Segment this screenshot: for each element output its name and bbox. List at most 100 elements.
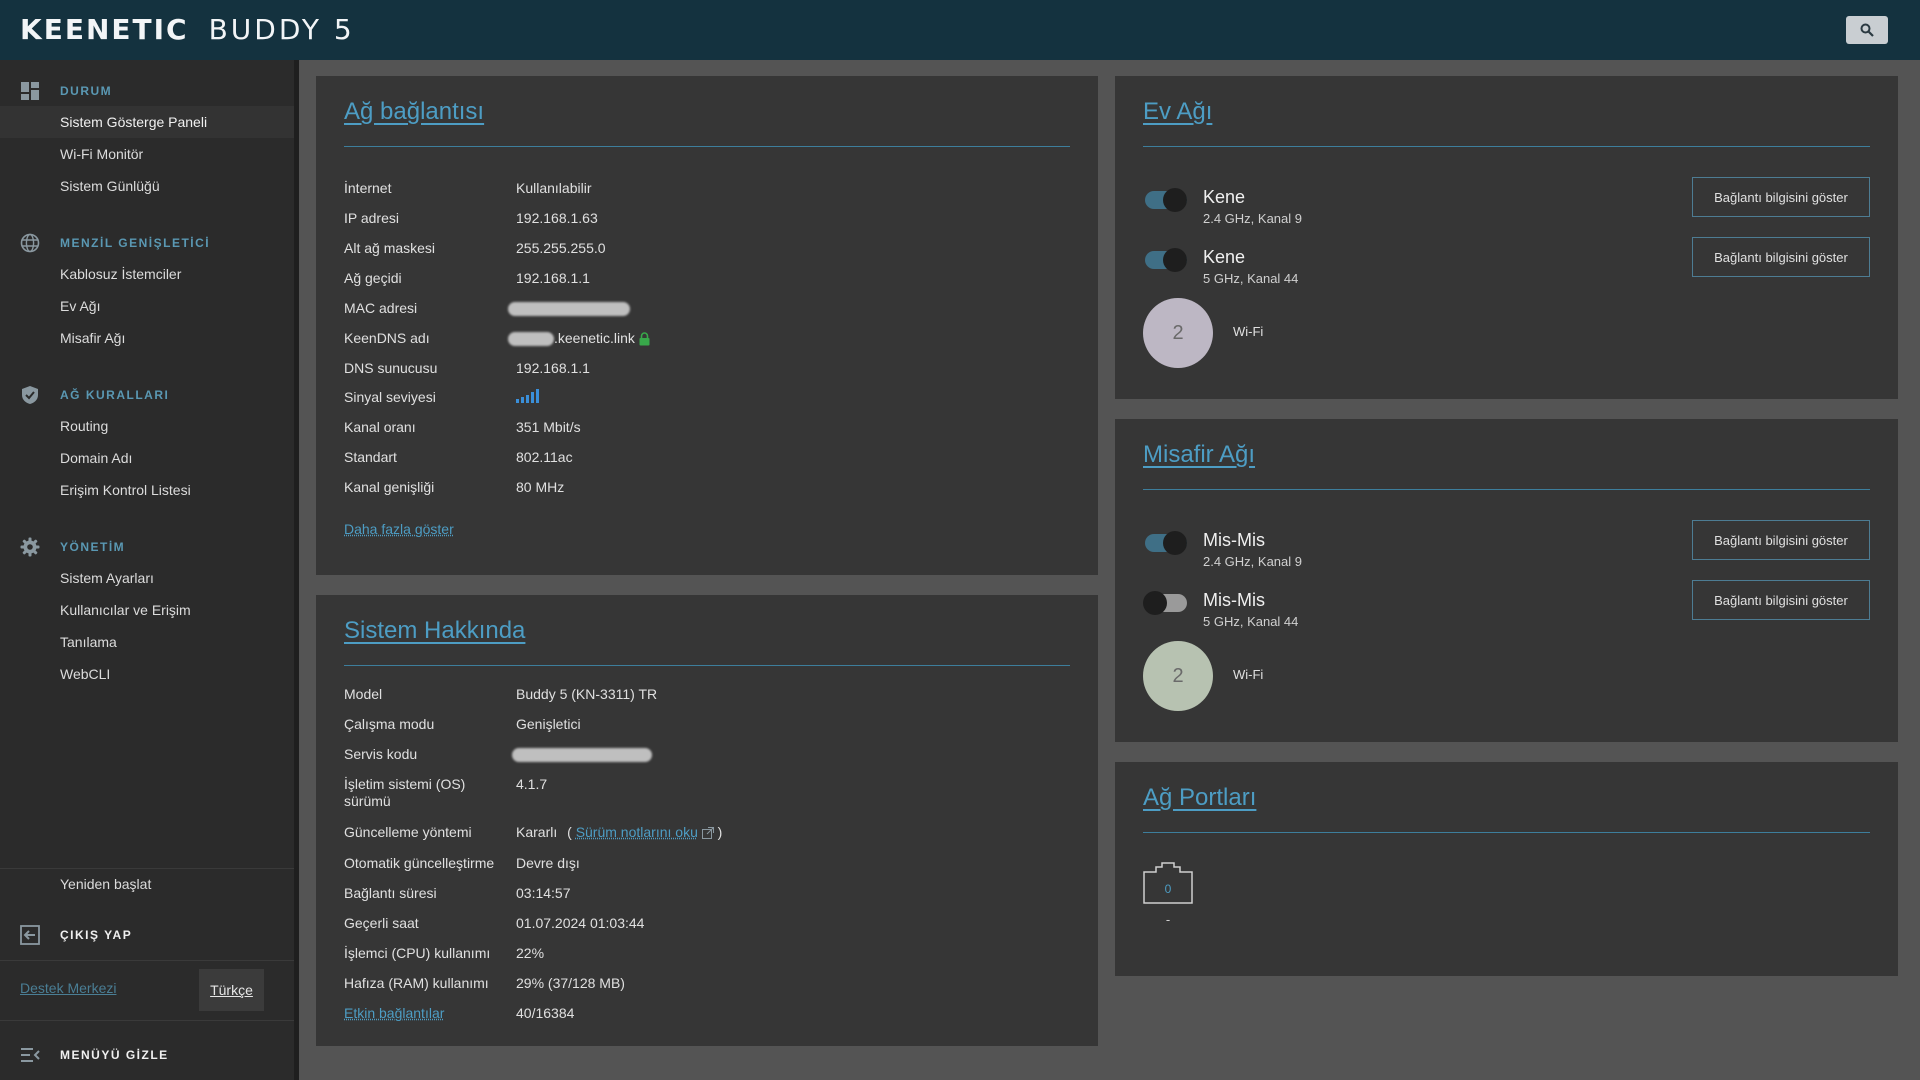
card-title[interactable]: Misafir Ağı [1143, 441, 1255, 469]
show-more-link[interactable]: Daha fazla göster [344, 521, 454, 537]
wifi-toggle[interactable] [1143, 529, 1189, 555]
divider [0, 1020, 294, 1021]
divider [1143, 489, 1870, 490]
nav-section-management: YÖNETİM Sistem Ayarları Kullanıcılar ve … [0, 532, 294, 690]
kv-key: Standart [344, 449, 397, 465]
logo: KEENETIC BUDDY 5 [20, 13, 355, 46]
search-button[interactable] [1846, 16, 1888, 44]
hide-menu-label: MENÜYÜ GİZLE [60, 1048, 169, 1062]
sidebar-item-acl[interactable]: Erişim Kontrol Listesi [0, 474, 294, 506]
wifi-toggle[interactable] [1143, 246, 1189, 272]
kv-value: 192.168.1.1 [516, 360, 590, 376]
search-icon [1860, 23, 1874, 37]
sidebar-item-webcli[interactable]: WebCLI [0, 658, 294, 690]
kv-key: Servis kodu [344, 746, 418, 762]
wifi-clients-label: Wi-Fi [1233, 667, 1264, 682]
card-title[interactable]: Ağ Portları [1143, 784, 1256, 812]
kv-value [516, 389, 542, 407]
kv-key: Bağlantı süresi [344, 885, 437, 901]
paren-open: ( [567, 824, 572, 840]
shield-icon [19, 384, 41, 406]
network-ports-card: Ağ Portları 0 - [1115, 762, 1898, 976]
nav-section-title: AĞ KURALLARI [60, 388, 170, 402]
kv-value: 01.07.2024 01:03:44 [516, 915, 645, 931]
wifi-name: Kene [1203, 187, 1246, 207]
gear-icon [19, 536, 41, 558]
kv-key: KeenDNS adı [344, 330, 430, 346]
sidebar-item-guest-network[interactable]: Misafir Ağı [0, 322, 294, 354]
external-link-icon[interactable] [701, 827, 714, 840]
kv-key: Hafıza (RAM) kullanımı [344, 975, 489, 991]
dashboard-icon [19, 80, 41, 102]
sidebar-item-users-access[interactable]: Kullanıcılar ve Erişim [0, 594, 294, 626]
restart-link[interactable]: Yeniden başlat [60, 876, 151, 892]
release-notes-link[interactable]: Sürüm notlarını oku [576, 824, 698, 840]
divider [344, 146, 1070, 147]
wifi-clients-count[interactable]: 2 [1143, 298, 1213, 368]
wifi-clients-count[interactable]: 2 [1143, 641, 1213, 711]
nav-section-title: YÖNETİM [60, 540, 126, 554]
active-connections-link[interactable]: Etkin bağlantılar [344, 1005, 514, 1022]
logout-label: ÇIKIŞ YAP [60, 928, 133, 942]
support-center-link[interactable]: Destek Merkezi [20, 980, 116, 996]
divider [0, 868, 294, 869]
redacted-value [512, 748, 652, 763]
show-connection-info-button[interactable]: Bağlantı bilgisini göster [1692, 237, 1870, 277]
logout-icon [19, 924, 41, 946]
logo-model: BUDDY 5 [208, 13, 355, 46]
sidebar-scrollbar[interactable] [294, 60, 299, 1080]
kv-value: .keenetic.link [508, 330, 650, 347]
keendns-domain: .keenetic.link [554, 330, 635, 346]
sidebar-item-wireless-clients[interactable]: Kablosuz İstemciler [0, 258, 294, 290]
nav-section-status: DURUM Sistem Gösterge Paneli Wi-Fi Monit… [0, 76, 294, 202]
kv-key: Güncelleme yöntemi [344, 824, 472, 840]
network-connection-card: Ağ bağlantısı İnternet Kullanılabilir IP… [316, 76, 1098, 575]
nav-section-header: MENZİL GENİŞLETİCİ [0, 228, 294, 258]
kv-key: DNS sunucusu [344, 360, 438, 376]
wifi-band: 5 GHz, Kanal 44 [1203, 271, 1299, 286]
kv-key: Geçerli saat [344, 915, 419, 931]
sidebar-item-diagnostics[interactable]: Tanılama [0, 626, 294, 658]
logout-button[interactable]: ÇIKIŞ YAP [0, 915, 294, 955]
update-channel: Kararlı [516, 824, 558, 840]
divider [0, 960, 294, 961]
sidebar-item-home-network[interactable]: Ev Ağı [0, 290, 294, 322]
nav-section-title: MENZİL GENİŞLETİCİ [60, 236, 211, 250]
nav-section-extender: MENZİL GENİŞLETİCİ Kablosuz İstemciler E… [0, 228, 294, 354]
wifi-toggle[interactable] [1143, 186, 1189, 212]
ethernet-port[interactable]: 0 [1143, 862, 1193, 904]
signal-strength-icon [516, 389, 539, 403]
redacted-value [508, 302, 630, 317]
sidebar: DURUM Sistem Gösterge Paneli Wi-Fi Monit… [0, 60, 299, 1080]
card-title[interactable]: Ev Ağı [1143, 98, 1212, 126]
kv-value: 03:14:57 [516, 885, 571, 901]
divider [1143, 832, 1870, 833]
logo-brand: KEENETIC [20, 13, 189, 46]
card-title[interactable]: Ağ bağlantısı [344, 98, 484, 126]
kv-key: IP adresi [344, 210, 399, 226]
sidebar-item-wifi-monitor[interactable]: Wi-Fi Monitör [0, 138, 294, 170]
top-header: KEENETIC BUDDY 5 [0, 0, 1920, 60]
wifi-network-row: Mis-Mis 2.4 GHz, Kanal 9 Bağlantı bilgis… [1143, 520, 1870, 573]
nav-section-header: DURUM [0, 76, 294, 106]
nav-section-header: AĞ KURALLARI [0, 380, 294, 410]
toggle-knob [1143, 591, 1167, 615]
kv-key: Model [344, 686, 383, 702]
sidebar-item-system-log[interactable]: Sistem Günlüğü [0, 170, 294, 202]
kv-value: Genişletici [516, 716, 581, 732]
sidebar-item-routing[interactable]: Routing [0, 410, 294, 442]
toggle-knob [1163, 188, 1187, 212]
sidebar-item-system-settings[interactable]: Sistem Ayarları [0, 562, 294, 594]
hide-menu-button[interactable]: MENÜYÜ GİZLE [0, 1035, 294, 1075]
kv-key: Ağ geçidi [344, 270, 402, 286]
system-info-card: Sistem Hakkında Model Buddy 5 (KN-3311) … [316, 595, 1098, 1046]
show-connection-info-button[interactable]: Bağlantı bilgisini göster [1692, 177, 1870, 217]
sidebar-item-domain-name[interactable]: Domain Adı [0, 442, 294, 474]
card-title[interactable]: Sistem Hakkında [344, 617, 525, 645]
wifi-toggle[interactable] [1143, 589, 1189, 615]
show-connection-info-button[interactable]: Bağlantı bilgisini göster [1692, 520, 1870, 560]
sidebar-item-dashboard[interactable]: Sistem Gösterge Paneli [0, 106, 294, 138]
toggle-knob [1163, 531, 1187, 555]
show-connection-info-button[interactable]: Bağlantı bilgisini göster [1692, 580, 1870, 620]
language-button[interactable]: Türkçe [199, 969, 264, 1011]
